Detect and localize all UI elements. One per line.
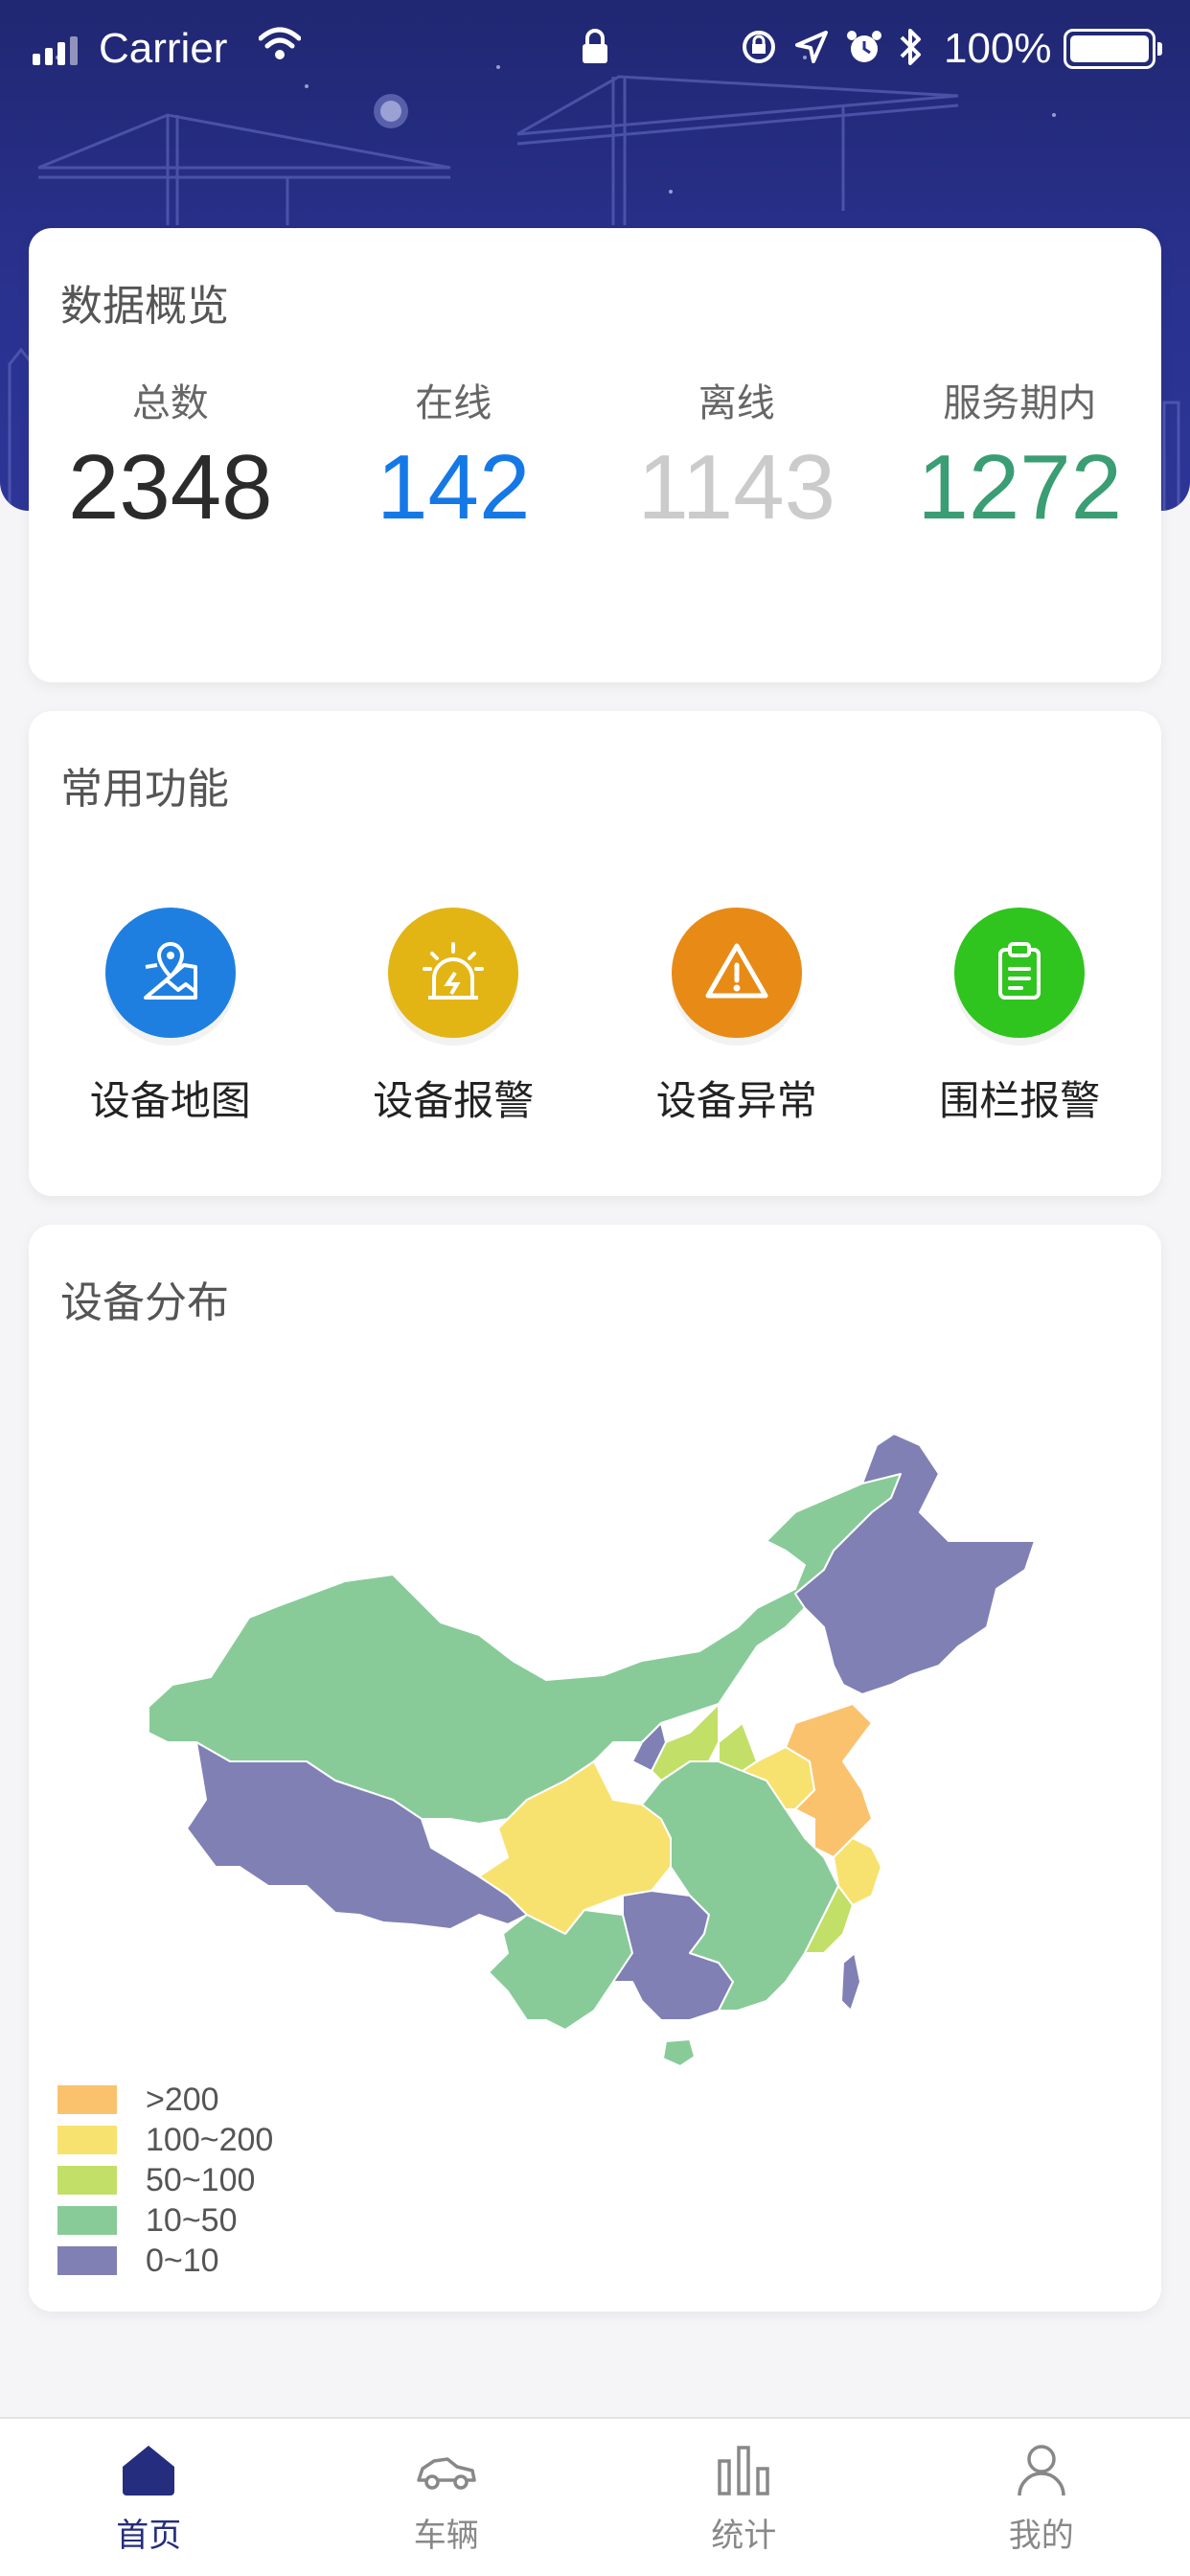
overview-card: 数据概览 总数 2348 在线 142 离线 1143 服务期内 1272: [29, 228, 1161, 682]
legend-label: 0~10: [146, 2242, 219, 2279]
map-region: [662, 2038, 696, 2067]
battery-percentage: 100%: [944, 25, 1052, 72]
stat-value: 1272: [917, 436, 1123, 539]
stat-label: 服务期内: [943, 381, 1097, 426]
map-legend: >200 100~200 50~100 10~50 0~10: [57, 2080, 273, 2281]
stat-total[interactable]: 总数 2348: [29, 372, 312, 540]
lock-icon: [583, 29, 607, 63]
bluetooth-icon: [900, 29, 921, 65]
fence-alarm-button[interactable]: 围栏报警: [879, 908, 1162, 1127]
func-label: 设备异常: [655, 1077, 817, 1124]
stat-label: 总数: [131, 381, 209, 426]
tab-label: 首页: [116, 2517, 182, 2555]
func-label: 设备报警: [373, 1077, 535, 1124]
map-pin-icon: [104, 908, 236, 1038]
legend-swatch: [57, 2126, 117, 2154]
stat-label: 在线: [415, 381, 492, 426]
tab-label: 统计: [711, 2517, 777, 2555]
legend-swatch: [57, 2166, 117, 2195]
map-region: [840, 1952, 861, 2012]
tab-label: 车辆: [413, 2517, 479, 2555]
rotation-lock-icon: [743, 31, 775, 63]
clipboard-icon: [954, 908, 1086, 1038]
battery-icon: [1064, 29, 1162, 69]
stat-label: 离线: [698, 381, 775, 426]
legend-item[interactable]: 0~10: [57, 2241, 273, 2281]
legend-label: >200: [146, 2081, 219, 2118]
legend-item[interactable]: 10~50: [57, 2200, 273, 2241]
car-icon: [417, 2457, 476, 2490]
tab-vehicles[interactable]: 车辆: [298, 2419, 596, 2576]
stat-online[interactable]: 在线 142: [312, 372, 596, 540]
map-region: [794, 1433, 1036, 1695]
tab-label: 我的: [1008, 2517, 1074, 2555]
alarm-clock-icon: [847, 31, 881, 62]
stat-value: 2348: [67, 436, 273, 539]
legend-swatch: [57, 2085, 117, 2114]
location-icon: [795, 31, 828, 63]
tab-home[interactable]: 首页: [0, 2419, 298, 2576]
status-bar: Carrier 100%: [0, 0, 1190, 96]
warning-icon: [671, 908, 802, 1038]
wifi-icon: [259, 27, 301, 59]
bar-chart-icon: [718, 2446, 769, 2496]
legend-swatch: [57, 2246, 117, 2275]
legend-label: 10~50: [146, 2201, 238, 2239]
legend-label: 50~100: [146, 2161, 256, 2198]
distribution-card: 设备分布 >200 100~200 50~100 10~50 0~10: [29, 1225, 1161, 2312]
stat-value: 1143: [637, 436, 835, 539]
carrier-name: Carrier: [99, 25, 228, 72]
tab-profile[interactable]: 我的: [893, 2419, 1190, 2576]
legend-item[interactable]: 100~200: [57, 2120, 273, 2160]
functions-card: 常用功能 设备地图 设备报警 设备异常 围栏报警: [29, 711, 1161, 1196]
home-icon: [123, 2446, 175, 2496]
user-icon: [1018, 2445, 1065, 2496]
legend-swatch: [57, 2206, 117, 2235]
stat-in-service[interactable]: 服务期内 1272: [879, 372, 1162, 540]
alarm-light-icon: [388, 908, 519, 1038]
func-label: 设备地图: [89, 1077, 251, 1124]
stat-value: 142: [377, 436, 531, 539]
device-map-button[interactable]: 设备地图: [29, 908, 312, 1127]
functions-title: 常用功能: [60, 765, 229, 814]
stats-row: 总数 2348 在线 142 离线 1143 服务期内 1272: [29, 372, 1161, 540]
overview-title: 数据概览: [60, 282, 229, 331]
tab-bar: 首页 车辆 统计 我的: [0, 2417, 1190, 2576]
device-abnormal-button[interactable]: 设备异常: [595, 908, 879, 1127]
legend-item[interactable]: 50~100: [57, 2160, 273, 2200]
stat-offline[interactable]: 离线 1143: [595, 372, 879, 540]
map-region: [718, 1722, 758, 1772]
legend-label: 100~200: [146, 2121, 274, 2158]
tab-statistics[interactable]: 统计: [595, 2419, 893, 2576]
legend-item[interactable]: >200: [57, 2080, 273, 2120]
func-label: 围栏报警: [939, 1077, 1101, 1124]
signal-icon: [33, 36, 78, 65]
device-alarm-button[interactable]: 设备报警: [312, 908, 596, 1127]
